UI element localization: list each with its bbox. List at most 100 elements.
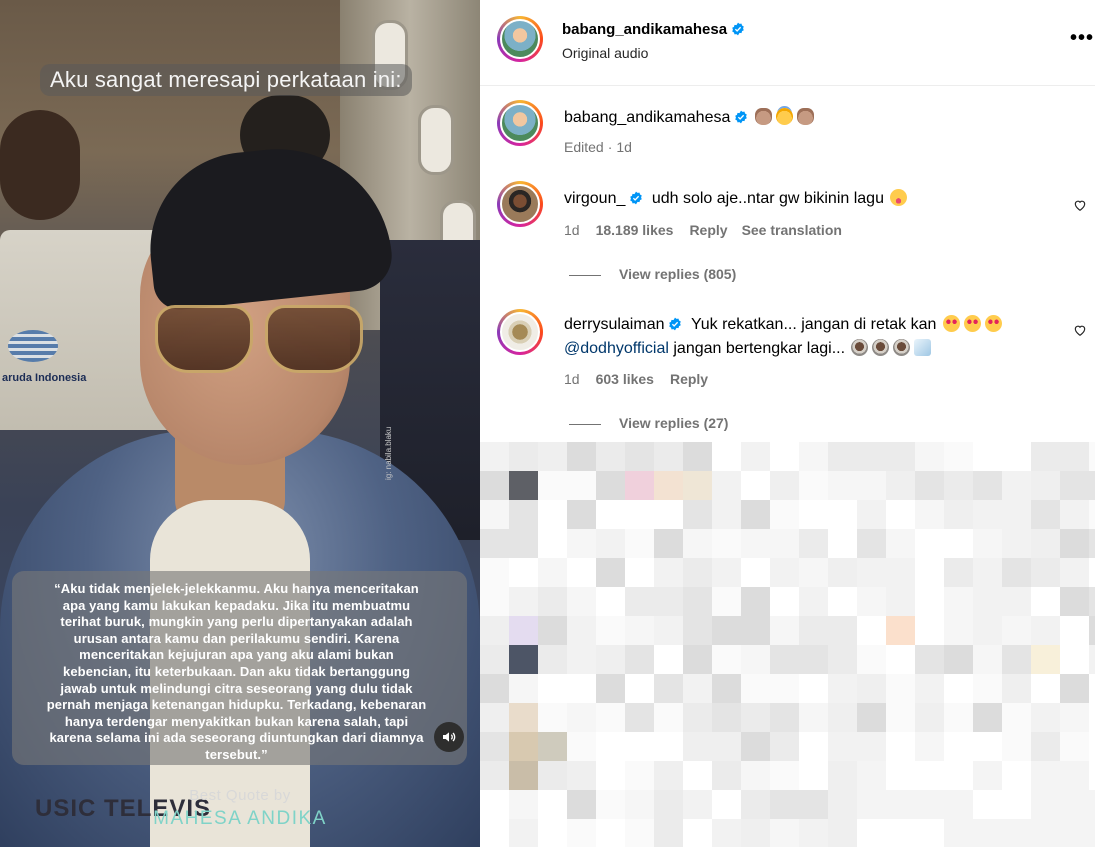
- pixel-cell: [654, 442, 683, 471]
- pixel-cell: [799, 587, 828, 616]
- pixel-cell: [799, 732, 828, 761]
- pixel-cell: [683, 732, 712, 761]
- pixel-cell: [915, 790, 944, 819]
- comment-username[interactable]: derrysulaiman: [564, 316, 664, 333]
- pixel-cell: [538, 732, 567, 761]
- pixel-cell: [915, 703, 944, 732]
- pixel-cell: [596, 616, 625, 645]
- header-username[interactable]: babang_andikamahesa: [562, 21, 745, 38]
- more-options-icon[interactable]: •••: [1070, 28, 1094, 48]
- pixel-cell: [1089, 529, 1095, 558]
- pixel-cell: [1089, 587, 1095, 616]
- like-heart-icon[interactable]: [1073, 323, 1087, 337]
- pixel-cell: [799, 674, 828, 703]
- avatar[interactable]: [497, 181, 543, 227]
- pixel-cell: [828, 616, 857, 645]
- pixel-cell: [1089, 471, 1095, 500]
- pixel-cell: [770, 587, 799, 616]
- pixel-cell: [712, 674, 741, 703]
- view-replies-button[interactable]: View replies (27): [569, 415, 728, 431]
- pixel-cell: [1002, 616, 1031, 645]
- comment-likes[interactable]: 18.189 likes: [596, 222, 674, 238]
- pixel-cell: [1060, 442, 1089, 471]
- pixel-cell: [770, 674, 799, 703]
- caption-username[interactable]: babang_andikamahesa: [564, 109, 730, 126]
- pixel-cell: [886, 645, 915, 674]
- original-audio-link[interactable]: Original audio: [562, 45, 648, 61]
- view-replies-label[interactable]: View replies (27): [619, 415, 728, 431]
- pixel-cell: [596, 558, 625, 587]
- sunglasses-lens: [265, 305, 363, 373]
- reel-video[interactable]: aruda Indonesia ig: nabila.blaku Aku san…: [0, 0, 480, 847]
- pixel-cell: [944, 442, 973, 471]
- pixel-cell: [770, 529, 799, 558]
- username-text[interactable]: babang_andikamahesa: [562, 21, 727, 38]
- pixel-cell: [973, 558, 1002, 587]
- reply-button[interactable]: Reply: [670, 371, 708, 387]
- pixel-cell: [625, 471, 654, 500]
- pixel-cell: [857, 645, 886, 674]
- avatar[interactable]: [497, 309, 543, 355]
- pixel-cell: [828, 790, 857, 819]
- pixel-cell: [886, 616, 915, 645]
- reply-button[interactable]: Reply: [689, 222, 727, 238]
- pixel-cell: [596, 471, 625, 500]
- pixel-cell: [509, 529, 538, 558]
- pixel-cell: [480, 819, 509, 847]
- pixel-cell: [1089, 790, 1095, 819]
- pixel-cell: [741, 674, 770, 703]
- pixel-cell: [799, 645, 828, 674]
- pixel-cell: [741, 790, 770, 819]
- see-translation-button[interactable]: See translation: [742, 222, 842, 238]
- pixel-cell: [567, 500, 596, 529]
- pixel-cell: [857, 529, 886, 558]
- mention-link[interactable]: @dodhyofficial: [564, 340, 669, 357]
- avatar[interactable]: [497, 16, 543, 62]
- pixel-cell: [538, 558, 567, 587]
- speaker-icon[interactable]: [434, 722, 464, 752]
- pixel-cell: [625, 529, 654, 558]
- pixel-cell: [1031, 587, 1060, 616]
- view-replies-button[interactable]: View replies (805): [569, 266, 736, 282]
- pixel-cell: [509, 761, 538, 790]
- pixel-cell: [1089, 442, 1095, 471]
- comment-likes[interactable]: 603 likes: [596, 371, 654, 387]
- pixel-cell: [1060, 790, 1089, 819]
- pixel-cell: [509, 616, 538, 645]
- pixel-cell: [625, 819, 654, 847]
- pixel-cell: [1002, 761, 1031, 790]
- pixel-cell: [683, 529, 712, 558]
- pixel-cell: [538, 500, 567, 529]
- pixel-cell: [567, 732, 596, 761]
- pixel-cell: [1060, 587, 1089, 616]
- pixel-cell: [1031, 645, 1060, 674]
- pixel-cell: [828, 674, 857, 703]
- pixel-cell: [1031, 558, 1060, 587]
- pixel-cell: [1002, 529, 1031, 558]
- pixel-cell: [596, 529, 625, 558]
- pixel-cell: [799, 790, 828, 819]
- like-heart-icon[interactable]: [1073, 198, 1087, 212]
- comment-username[interactable]: virgoun_: [564, 190, 625, 207]
- avatar[interactable]: [497, 100, 543, 146]
- pixel-cell: [1060, 645, 1089, 674]
- pixel-cell: [741, 529, 770, 558]
- pixel-cell: [944, 616, 973, 645]
- view-replies-label[interactable]: View replies (805): [619, 266, 736, 282]
- pixel-cell: [538, 761, 567, 790]
- replies-divider: [569, 274, 601, 276]
- pixel-cell: [1031, 732, 1060, 761]
- pixel-cell: [654, 587, 683, 616]
- pixel-cell: [1002, 442, 1031, 471]
- pixel-cell: [654, 616, 683, 645]
- pixel-cell: [770, 471, 799, 500]
- pixel-cell: [654, 761, 683, 790]
- pixel-cell: [625, 703, 654, 732]
- pixel-cell: [944, 761, 973, 790]
- replies-divider: [569, 423, 601, 425]
- pixel-cell: [625, 587, 654, 616]
- pixel-cell: [944, 558, 973, 587]
- pixel-cell: [1002, 500, 1031, 529]
- pixel-cell: [596, 587, 625, 616]
- pixel-cell: [741, 442, 770, 471]
